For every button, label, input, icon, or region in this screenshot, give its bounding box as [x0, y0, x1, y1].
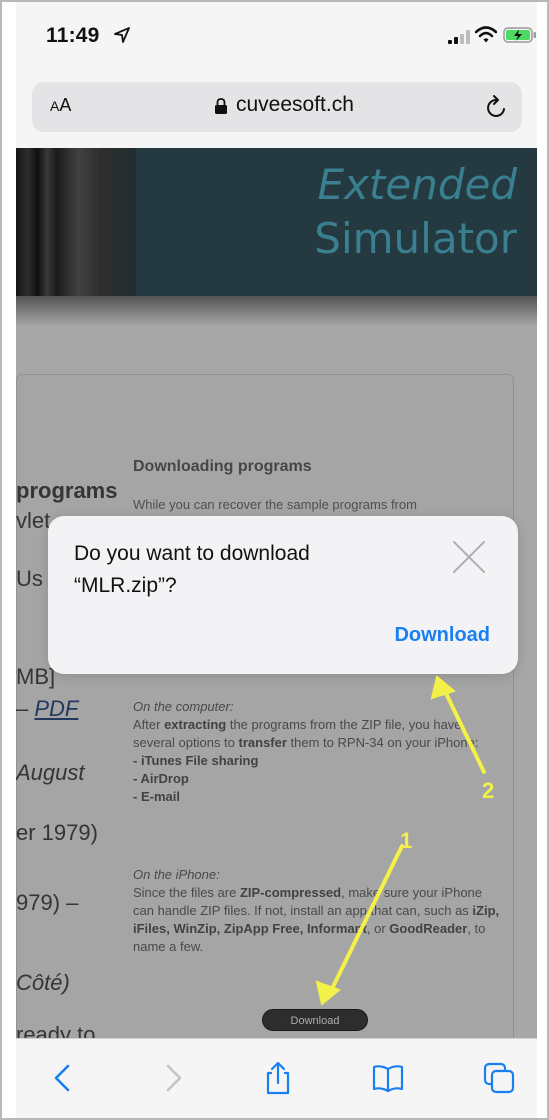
- option-email: - E-mail: [133, 789, 180, 804]
- annotation-label-1: 1: [400, 828, 413, 853]
- downloading-heading: Downloading programs: [133, 458, 312, 475]
- lock-icon: [215, 98, 227, 114]
- pdf-line: – PDF: [16, 696, 78, 722]
- text-run-bold: extracting: [164, 717, 227, 732]
- text-run-bold: ZIP-compressed: [239, 885, 342, 900]
- tabs-icon[interactable]: [482, 1061, 516, 1095]
- text-run-bold: transfer: [238, 735, 287, 750]
- dialog-filename: “MLR.zip”?: [74, 574, 177, 597]
- text-size-button[interactable]: AA: [50, 95, 71, 116]
- text-run-bold: GoodReader: [389, 921, 468, 936]
- text-size-big-a: A: [59, 95, 72, 115]
- pdf-link[interactable]: PDF: [34, 696, 78, 721]
- share-icon[interactable]: [261, 1061, 295, 1095]
- banner-title-simulator: Simulator: [314, 214, 517, 263]
- browser-header: AA cuveesoft.ch: [16, 78, 537, 148]
- left-text-line: vlet: [16, 508, 51, 533]
- text-size-small-a: A: [50, 98, 60, 114]
- location-arrow-icon: [114, 27, 130, 43]
- since-files-text: Since the files are ZIP-compressed, make…: [133, 884, 503, 956]
- after-extracting-text: After extracting the programs from the Z…: [133, 716, 503, 752]
- left-text-line: Us: [16, 566, 43, 591]
- reload-icon[interactable]: [485, 94, 509, 120]
- dialog-message-line1: Do you want to download: [74, 542, 310, 565]
- status-bar: 11:49: [16, 2, 537, 78]
- dialog-download-button[interactable]: Download: [394, 624, 490, 647]
- computer-instructions: On the computer: After extracting the pr…: [133, 698, 503, 806]
- address-bar[interactable]: AA cuveesoft.ch: [32, 82, 522, 132]
- on-computer-label: On the computer:: [133, 699, 234, 714]
- page-download-button[interactable]: Download: [262, 1009, 368, 1031]
- left-programs-heading: programs: [16, 478, 118, 503]
- left-text-line: Côté): [16, 970, 70, 995]
- left-text-line: 979) –: [16, 890, 79, 915]
- url-text[interactable]: cuveesoft.ch: [236, 93, 354, 117]
- battery-charging-icon: [503, 27, 536, 43]
- downloading-section: Downloading programs While you can recov…: [133, 458, 513, 514]
- downloading-intro: While you can recover the sample program…: [133, 497, 417, 512]
- banner-title-extended: Extended: [317, 160, 517, 209]
- pdf-prefix: –: [16, 696, 35, 721]
- left-text-line: ready to: [16, 1022, 96, 1038]
- forward-icon[interactable]: [156, 1061, 190, 1095]
- left-text-line: er 1979): [16, 820, 98, 845]
- browser-toolbar: [16, 1038, 537, 1118]
- left-text-line: August: [16, 760, 85, 785]
- back-icon[interactable]: [46, 1061, 80, 1095]
- close-icon[interactable]: [452, 540, 486, 574]
- left-text-line: MB]: [16, 664, 56, 689]
- annotation-label-2: 2: [482, 778, 495, 803]
- option-airdrop: - AirDrop: [133, 771, 189, 786]
- wifi-icon: [475, 26, 497, 43]
- bookmarks-icon[interactable]: [371, 1061, 405, 1095]
- text-run: After: [133, 717, 165, 732]
- iphone-instructions: On the iPhone: Since the files are ZIP-c…: [133, 866, 503, 956]
- text-run: them to RPN-34 on your iPhone:: [286, 735, 479, 750]
- on-iphone-label: On the iPhone:: [133, 867, 220, 882]
- phone-screen: 11:49 AA cuveesoft.ch Extended Simulator…: [0, 0, 549, 1120]
- text-run: Since the files are: [133, 885, 240, 900]
- option-itunes: - iTunes File sharing: [133, 753, 259, 768]
- status-time: 11:49: [46, 24, 100, 47]
- text-run: , or: [366, 921, 390, 936]
- cellular-signal-icon: [448, 30, 470, 44]
- download-dialog: Do you want to download “MLR.zip”? Downl…: [48, 516, 518, 674]
